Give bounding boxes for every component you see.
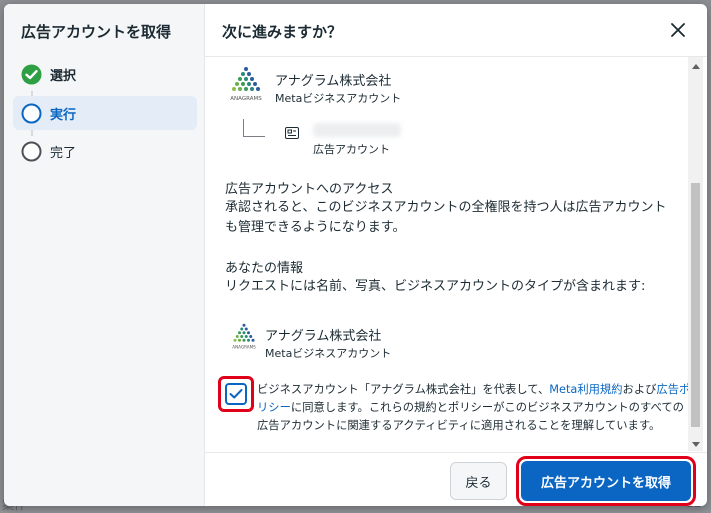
consent-text-part: ビジネスアカウント「アナグラム株式会社」を代表して、 [257, 383, 550, 396]
ad-account-icon [285, 127, 299, 139]
dialog-title: 次に進みますか？ [222, 23, 343, 41]
ad-account-label: 広告アカウント [313, 143, 390, 156]
step-select: 選択 [13, 57, 197, 91]
business-name: アナグラム株式会社 [275, 74, 392, 89]
steps-panel: 広告アカウントを取得 選択 実行 完了 [4, 4, 205, 506]
step-label: 完了 [50, 145, 77, 161]
consent-text-part: に同意します。これらの規約とポリシーがこのビジネスアカウントのすべての広告アカウ… [257, 401, 684, 432]
circle-outline-icon [21, 141, 42, 162]
user-business-row: ANAGRAMS アナグラム株式会社 Metaビジネスアカウント [221, 323, 661, 365]
business-type: Metaビジネスアカウント [265, 347, 392, 360]
footer-divider [205, 452, 707, 453]
anagrams-logo-icon: ANAGRAMS [232, 323, 256, 350]
redacted-account-id [313, 123, 401, 137]
step-label: 実行 [50, 107, 77, 123]
scroll-up-arrow-icon[interactable] [688, 61, 703, 71]
tree-connector [243, 119, 265, 137]
business-name: アナグラム株式会社 [265, 329, 382, 344]
step-label: 選択 [50, 68, 77, 84]
get-ad-account-button[interactable]: 広告アカウントを取得 [521, 461, 691, 501]
steps-title: 広告アカウントを取得 [21, 23, 172, 41]
get-ad-account-dialog: 広告アカウントを取得 選択 実行 完了 次に進みますか？ ANAGRAMS アナ… [4, 4, 707, 506]
meta-terms-link[interactable]: Meta利用規約 [549, 383, 622, 396]
step-execute: 実行 [13, 96, 197, 130]
consent-text: ビジネスアカウント「アナグラム株式会社」を代表して、Meta利用規約および広告ポ… [257, 381, 694, 435]
check-circle-icon [21, 64, 42, 85]
access-description: 承認されると、このビジネスアカウントの全権限を持つ人は広告アカウントも管理できる… [225, 200, 667, 235]
circle-outline-icon [21, 103, 42, 124]
anagrams-logo-icon: ANAGRAMS [230, 67, 262, 102]
scrollbar-thumb[interactable] [691, 183, 700, 427]
consent-text-part: および [622, 383, 657, 396]
logo-wordmark: ANAGRAMS [230, 96, 262, 102]
content-scrollbar[interactable] [688, 57, 703, 451]
checkmark-icon [229, 389, 243, 399]
scroll-down-arrow-icon[interactable] [688, 439, 703, 449]
business-type: Metaビジネスアカウント [275, 92, 402, 105]
step-complete: 完了 [13, 134, 197, 168]
your-info-description: リクエストには名前、写真、ビジネスアカウントのタイプが含まれます: [225, 279, 646, 294]
logo-wordmark: ANAGRAMS [232, 345, 256, 350]
close-button[interactable] [667, 19, 689, 41]
your-info-title: あなたの情報 [225, 261, 304, 276]
close-icon [671, 23, 685, 37]
access-title: 広告アカウントへのアクセス [225, 182, 394, 197]
consent-checkbox[interactable] [225, 383, 247, 405]
back-button[interactable]: 戻る [450, 462, 507, 500]
business-account-row: ANAGRAMS アナグラム株式会社 Metaビジネスアカウント [221, 66, 661, 108]
